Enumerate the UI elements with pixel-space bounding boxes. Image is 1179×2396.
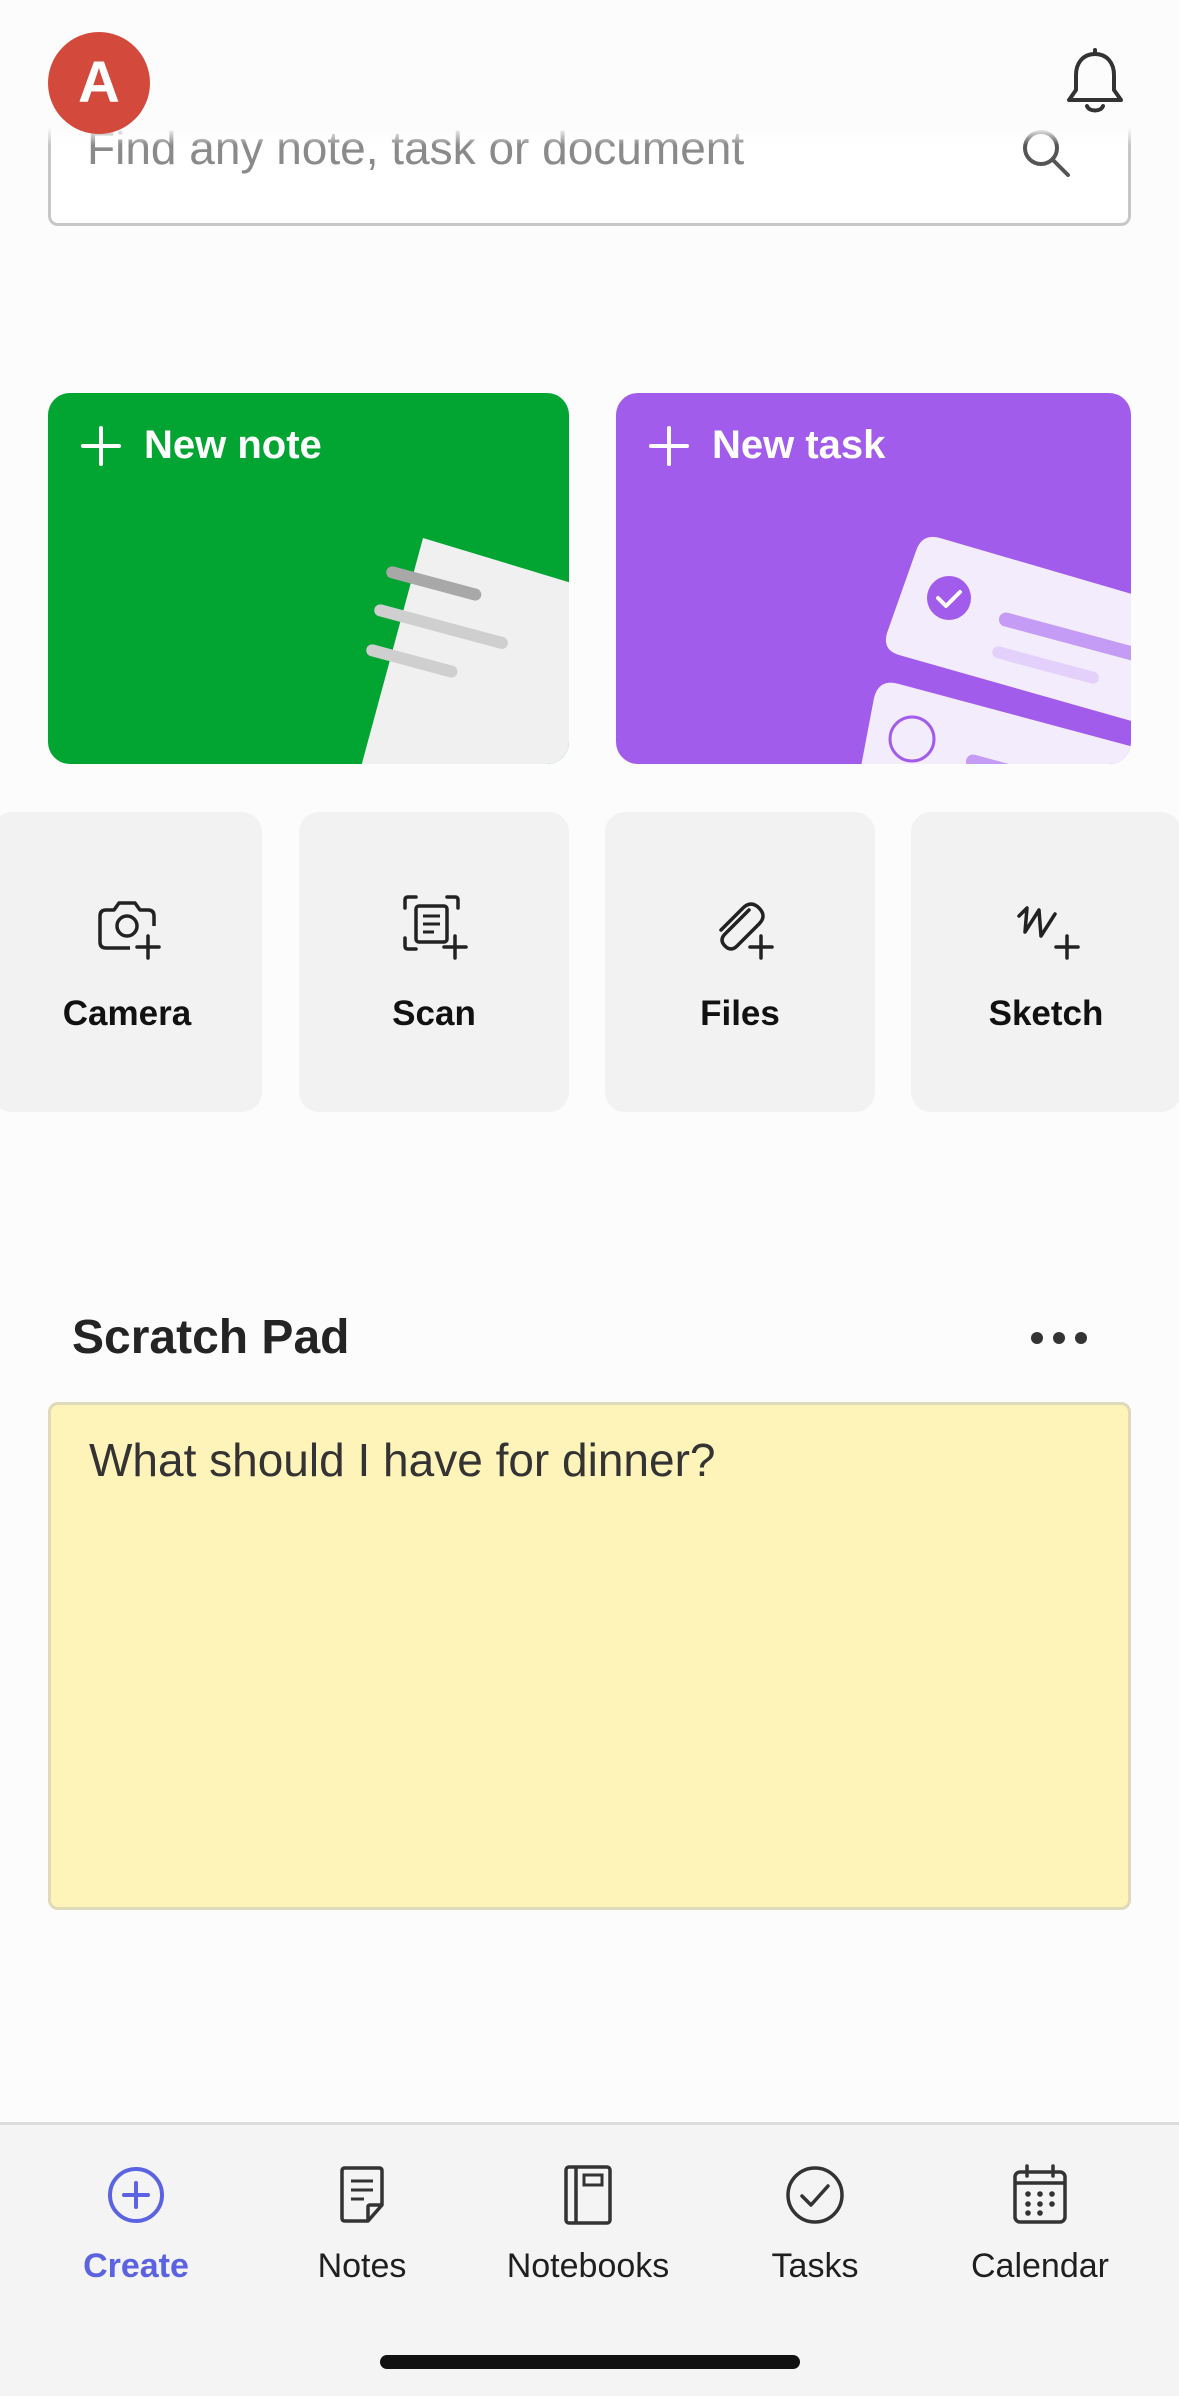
- home-indicator[interactable]: [380, 2355, 800, 2369]
- scan-tile[interactable]: Scan: [299, 812, 569, 1112]
- new-note-card[interactable]: New note: [48, 393, 569, 764]
- new-note-label: New note: [144, 423, 322, 467]
- calendar-icon: [1013, 2164, 1067, 2224]
- tab-label: Calendar: [971, 2247, 1109, 2285]
- new-note-title: New note: [80, 423, 322, 468]
- tab-label: Tasks: [771, 2247, 859, 2285]
- plus-icon: [81, 425, 121, 466]
- new-task-title: New task: [648, 423, 885, 468]
- tab-tasks[interactable]: Tasks: [705, 2161, 925, 2311]
- tab-notebooks[interactable]: Notebooks: [478, 2161, 698, 2311]
- files-tile[interactable]: Files: [605, 812, 875, 1112]
- scratch-pad-text[interactable]: What should I have for dinner?: [89, 1433, 715, 1487]
- notebook-icon: [564, 2165, 612, 2225]
- home-screen: A New note: [0, 0, 1179, 2396]
- top-header: A: [0, 0, 1179, 145]
- bell-icon[interactable]: [1063, 48, 1127, 118]
- camera-plus-icon: [98, 901, 161, 960]
- avatar[interactable]: A: [48, 32, 150, 134]
- plus-icon: [649, 425, 689, 466]
- paperclip-plus-icon: [719, 902, 774, 960]
- sketch-plus-icon: [1017, 906, 1080, 960]
- tile-label: Camera: [62, 994, 192, 1033]
- note-icon: [340, 2166, 384, 2223]
- tile-label: Sketch: [988, 994, 1104, 1033]
- tab-label: Notes: [317, 2247, 407, 2285]
- tab-label: Notebooks: [506, 2247, 670, 2285]
- scan-document-icon: [403, 895, 468, 960]
- scratch-pad-editor[interactable]: What should I have for dinner?: [48, 1402, 1131, 1910]
- tab-calendar[interactable]: Calendar: [930, 2161, 1150, 2311]
- scratch-pad-title: Scratch Pad: [72, 1311, 350, 1364]
- tile-label: Scan: [392, 994, 476, 1033]
- check-circle-icon: [786, 2166, 844, 2224]
- tab-notes[interactable]: Notes: [252, 2161, 472, 2311]
- tab-label: Create: [83, 2247, 189, 2285]
- new-task-label: New task: [712, 423, 886, 467]
- new-task-card[interactable]: New task: [616, 393, 1131, 764]
- sketch-tile[interactable]: Sketch: [911, 812, 1179, 1112]
- plus-circle-icon: [108, 2167, 164, 2223]
- more-options-icon[interactable]: [1029, 1320, 1089, 1356]
- camera-tile[interactable]: Camera: [0, 812, 262, 1112]
- tile-label: Files: [700, 994, 780, 1033]
- tab-create[interactable]: Create: [26, 2161, 246, 2311]
